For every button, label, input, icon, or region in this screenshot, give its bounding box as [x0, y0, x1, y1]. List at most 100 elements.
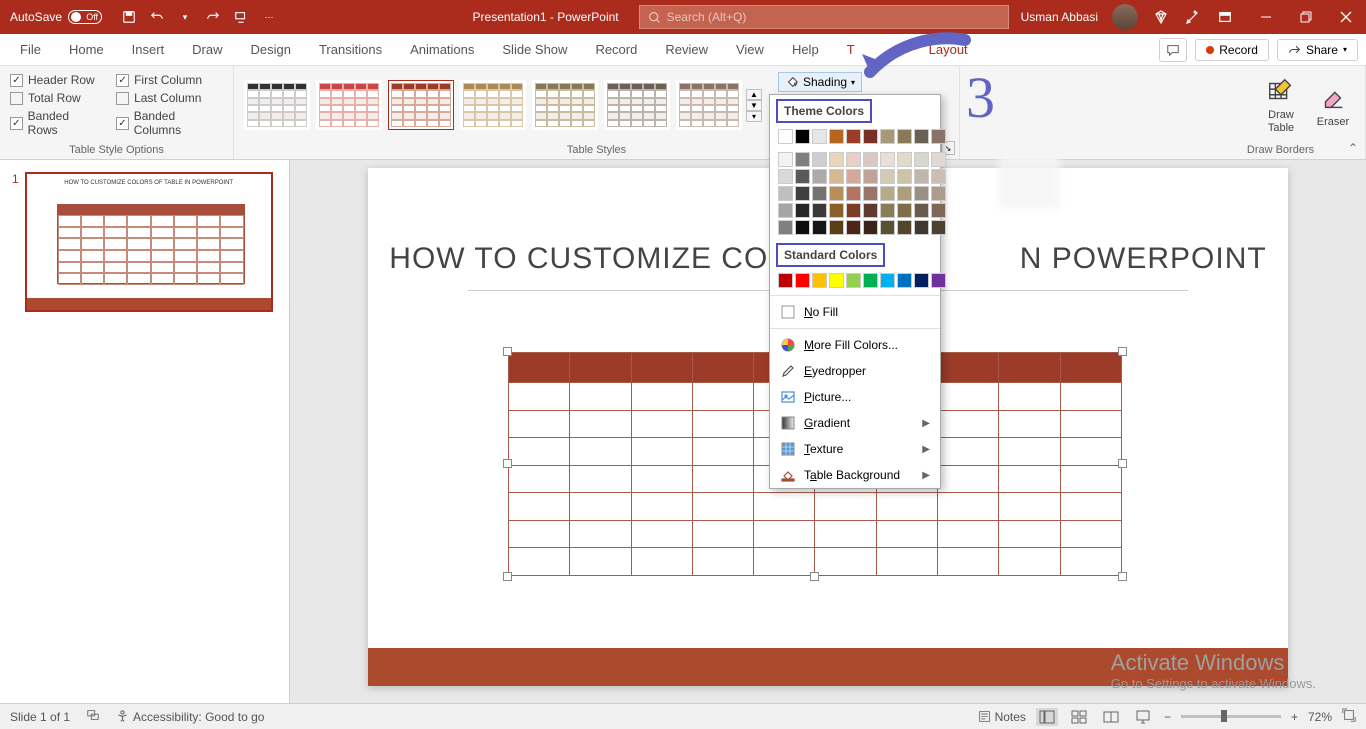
tab-help[interactable]: Help	[778, 34, 833, 66]
diamond-icon[interactable]	[1152, 8, 1170, 26]
tab-table-design[interactable]: T	[833, 34, 915, 66]
color-swatch[interactable]	[829, 220, 844, 235]
coming-soon-icon[interactable]	[1184, 8, 1202, 26]
handle-w[interactable]	[503, 459, 512, 468]
color-swatch[interactable]	[931, 169, 946, 184]
user-name[interactable]: Usman Abbasi	[1021, 10, 1098, 24]
fit-to-window-button[interactable]	[1342, 708, 1356, 725]
gallery-up[interactable]: ▲	[746, 89, 762, 100]
chk-total-row[interactable]: Total Row	[10, 91, 100, 105]
ribbon-display-icon[interactable]	[1216, 8, 1234, 26]
color-swatch[interactable]	[795, 186, 810, 201]
color-swatch[interactable]	[795, 220, 810, 235]
color-swatch[interactable]	[914, 273, 929, 288]
save-icon[interactable]	[120, 8, 138, 26]
handle-s[interactable]	[810, 572, 819, 581]
color-swatch[interactable]	[931, 186, 946, 201]
start-from-beginning-icon[interactable]	[232, 8, 250, 26]
tab-transitions[interactable]: Transitions	[305, 34, 396, 66]
color-swatch[interactable]	[812, 273, 827, 288]
table-style-thumb[interactable]	[532, 80, 598, 130]
eraser-button[interactable]: Eraser	[1311, 83, 1355, 128]
picture-item[interactable]: Picture...	[770, 384, 940, 410]
tab-draw[interactable]: Draw	[178, 34, 236, 66]
reading-view-button[interactable]	[1100, 708, 1122, 726]
color-swatch[interactable]	[863, 129, 878, 144]
handle-se[interactable]	[1118, 572, 1127, 581]
color-swatch[interactable]	[931, 273, 946, 288]
tab-view[interactable]: View	[722, 34, 778, 66]
color-swatch[interactable]	[846, 129, 861, 144]
color-swatch[interactable]	[914, 203, 929, 218]
notes-button[interactable]: Notes	[978, 710, 1026, 724]
gallery-more[interactable]: ▾	[746, 111, 762, 122]
redo-icon[interactable]	[204, 8, 222, 26]
slideshow-view-button[interactable]	[1132, 708, 1154, 726]
color-swatch[interactable]	[863, 220, 878, 235]
zoom-in-button[interactable]: +	[1291, 710, 1298, 724]
color-swatch[interactable]	[795, 203, 810, 218]
tab-home[interactable]: Home	[55, 34, 118, 66]
handle-ne[interactable]	[1118, 347, 1127, 356]
color-swatch[interactable]	[778, 203, 793, 218]
color-swatch[interactable]	[846, 273, 861, 288]
color-swatch[interactable]	[897, 273, 912, 288]
close-button[interactable]	[1326, 1, 1366, 33]
normal-view-button[interactable]	[1036, 708, 1058, 726]
color-swatch[interactable]	[812, 203, 827, 218]
status-display-settings-icon[interactable]	[86, 708, 100, 725]
color-swatch[interactable]	[829, 129, 844, 144]
color-swatch[interactable]	[880, 273, 895, 288]
autosave-control[interactable]: AutoSave Off	[0, 10, 112, 24]
color-swatch[interactable]	[897, 186, 912, 201]
zoom-slider[interactable]	[1181, 715, 1281, 718]
color-swatch[interactable]	[778, 129, 793, 144]
color-swatch[interactable]	[880, 129, 895, 144]
gallery-down[interactable]: ▼	[746, 100, 762, 111]
color-swatch[interactable]	[880, 203, 895, 218]
color-swatch[interactable]	[812, 129, 827, 144]
tab-insert[interactable]: Insert	[118, 34, 179, 66]
eyedropper-item[interactable]: Eyedropper	[770, 358, 940, 384]
tab-review[interactable]: Review	[651, 34, 722, 66]
color-swatch[interactable]	[897, 169, 912, 184]
color-swatch[interactable]	[778, 169, 793, 184]
color-swatch[interactable]	[880, 152, 895, 167]
share-button[interactable]: Share▾	[1277, 39, 1358, 61]
chk-banded-columns[interactable]: Banded Columns	[116, 109, 223, 137]
zoom-out-button[interactable]: −	[1164, 710, 1171, 724]
color-swatch[interactable]	[829, 186, 844, 201]
gradient-item[interactable]: Gradient▶	[770, 410, 940, 436]
color-swatch[interactable]	[778, 152, 793, 167]
color-swatch[interactable]	[795, 169, 810, 184]
status-slide[interactable]: Slide 1 of 1	[10, 710, 70, 724]
color-swatch[interactable]	[880, 169, 895, 184]
qat-customize-icon[interactable]: ⋯	[260, 8, 278, 26]
more-fill-colors-item[interactable]: More Fill Colors...	[770, 332, 940, 358]
color-swatch[interactable]	[795, 273, 810, 288]
color-swatch[interactable]	[897, 220, 912, 235]
tab-slideshow[interactable]: Slide Show	[488, 34, 581, 66]
color-swatch[interactable]	[914, 129, 929, 144]
color-swatch[interactable]	[897, 152, 912, 167]
table-style-thumb[interactable]	[604, 80, 670, 130]
color-swatch[interactable]	[812, 186, 827, 201]
table-style-thumb[interactable]	[316, 80, 382, 130]
zoom-level[interactable]: 72%	[1308, 710, 1332, 724]
color-swatch[interactable]	[778, 220, 793, 235]
color-swatch[interactable]	[880, 186, 895, 201]
handle-sw[interactable]	[503, 572, 512, 581]
color-swatch[interactable]	[931, 129, 946, 144]
color-swatch[interactable]	[914, 152, 929, 167]
slide-thumbnail-1[interactable]: HOW TO CUSTOMIZE COLORS OF TABLE IN POWE…	[25, 172, 273, 312]
no-fill-item[interactable]: No Fill	[770, 299, 940, 325]
chk-banded-rows[interactable]: Banded Rows	[10, 109, 100, 137]
table-style-thumb[interactable]	[676, 80, 742, 130]
color-swatch[interactable]	[846, 220, 861, 235]
color-swatch[interactable]	[795, 129, 810, 144]
color-swatch[interactable]	[846, 186, 861, 201]
chk-header-row[interactable]: Header Row	[10, 73, 100, 87]
color-swatch[interactable]	[914, 220, 929, 235]
chk-last-column[interactable]: Last Column	[116, 91, 223, 105]
comments-button[interactable]	[1159, 38, 1187, 62]
